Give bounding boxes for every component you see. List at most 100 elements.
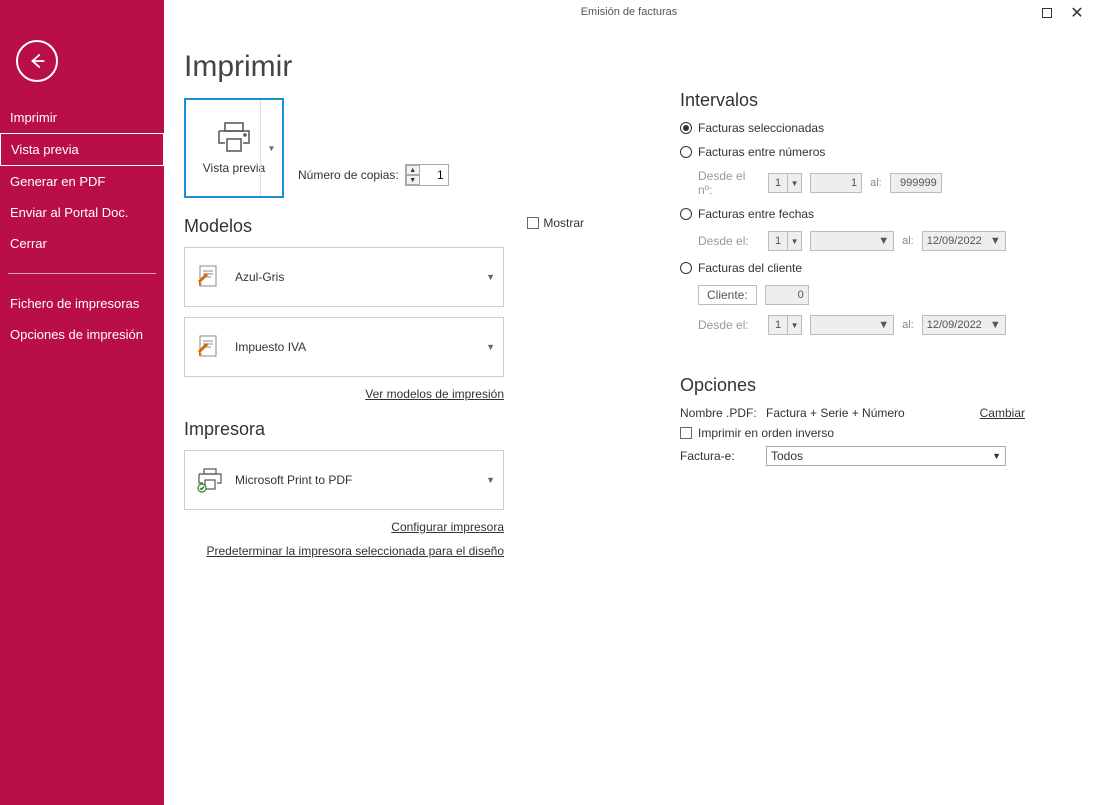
nombre-pdf-value: Factura + Serie + Número xyxy=(766,406,974,420)
chevron-down-icon: ▼ xyxy=(992,451,1001,461)
chevron-down-icon: ▼ xyxy=(486,342,495,352)
nav-fichero-impresoras[interactable]: Fichero de impresoras xyxy=(0,288,164,319)
desde-el-label: Desde el: xyxy=(698,234,760,248)
vista-previa-label: Vista previa xyxy=(203,161,265,175)
modelos-title: Modelos xyxy=(184,216,252,237)
nombre-pdf-label: Nombre .PDF: xyxy=(680,406,760,420)
radio-entre-fechas-label: Facturas entre fechas xyxy=(698,207,814,221)
vista-previa-button[interactable]: Vista previa ▼ xyxy=(184,98,284,198)
nav-cerrar[interactable]: Cerrar xyxy=(0,228,164,259)
copies-input[interactable] xyxy=(420,165,448,185)
num-to-input[interactable] xyxy=(890,173,942,193)
chevron-down-icon: ▼ xyxy=(486,272,495,282)
printer-icon xyxy=(215,121,253,155)
chevron-down-icon: ▼ xyxy=(787,316,801,334)
fecha-serie-select[interactable]: 1▼ xyxy=(768,231,802,251)
template-icon xyxy=(195,262,225,292)
copies-down[interactable]: ▼ xyxy=(406,175,420,185)
cambiar-link[interactable]: Cambiar xyxy=(980,406,1025,420)
radio-icon xyxy=(680,146,692,158)
factura-e-select[interactable]: Todos ▼ xyxy=(766,446,1006,466)
entre-fechas-fields: Desde el: 1▼ ▼ al: 12/09/2022▼ xyxy=(698,231,1025,251)
fecha-to-select[interactable]: 12/09/2022▼ xyxy=(922,231,1006,251)
desde-n-label: Desde el nº: xyxy=(698,169,760,197)
cliente-fecha-fields: Desde el: 1▼ ▼ al: 12/09/2022▼ xyxy=(698,315,1025,335)
opciones-section: Opciones Nombre .PDF: Factura + Serie + … xyxy=(680,375,1025,466)
vista-previa-dropdown[interactable]: ▼ xyxy=(260,100,282,196)
radio-del-cliente[interactable]: Facturas del cliente xyxy=(680,261,1025,275)
close-icon: ✕ xyxy=(1070,3,1083,23)
radio-seleccionadas[interactable]: Facturas seleccionadas xyxy=(680,121,1025,135)
nav-vista-previa[interactable]: Vista previa xyxy=(0,133,164,166)
mostrar-checkbox-wrap[interactable]: Mostrar xyxy=(527,216,584,230)
copies-wrap: Número de copias: ▲ ▼ xyxy=(298,164,449,186)
al-label: al: xyxy=(870,177,882,189)
num-serie-select[interactable]: 1▼ xyxy=(768,173,802,193)
modelo-2-label: Impuesto IVA xyxy=(235,340,306,354)
back-button[interactable] xyxy=(16,40,58,82)
close-button[interactable]: ✕ xyxy=(1068,4,1086,22)
radio-entre-fechas[interactable]: Facturas entre fechas xyxy=(680,207,1025,221)
template-icon xyxy=(195,332,225,362)
radio-icon xyxy=(680,262,692,274)
cliente-fecha-from[interactable]: ▼ xyxy=(810,315,894,335)
nav-secondary: Fichero de impresoras Opciones de impres… xyxy=(0,288,164,350)
radio-entre-numeros[interactable]: Facturas entre números xyxy=(680,145,1025,159)
maximize-icon xyxy=(1042,8,1052,18)
ver-modelos-link[interactable]: Ver modelos de impresión xyxy=(365,387,504,401)
factura-e-row: Factura-e: Todos ▼ xyxy=(680,446,1025,466)
factura-e-value: Todos xyxy=(771,449,803,463)
nav-separator xyxy=(8,273,156,274)
maximize-button[interactable] xyxy=(1038,4,1056,22)
inverso-row[interactable]: Imprimir en orden inverso xyxy=(680,426,1025,440)
nombre-pdf-row: Nombre .PDF: Factura + Serie + Número Ca… xyxy=(680,406,1025,420)
sidebar: Imprimir Vista previa Generar en PDF Env… xyxy=(0,0,164,805)
right-column: Intervalos Facturas seleccionadas Factur… xyxy=(680,90,1025,472)
mostrar-checkbox[interactable] xyxy=(527,217,539,229)
entre-numeros-fields: Desde el nº: 1▼ al: xyxy=(698,169,1025,197)
copies-spinbox[interactable]: ▲ ▼ xyxy=(405,164,449,186)
al-label-3: al: xyxy=(902,319,914,331)
inverso-checkbox[interactable] xyxy=(680,427,692,439)
radio-icon xyxy=(680,122,692,134)
window-title: Emisión de facturas xyxy=(164,6,1094,18)
nav-enviar-portal[interactable]: Enviar al Portal Doc. xyxy=(0,197,164,228)
cliente-fields: Cliente: xyxy=(698,285,1025,305)
cliente-input[interactable] xyxy=(765,285,809,305)
cliente-fecha-to[interactable]: 12/09/2022▼ xyxy=(922,315,1006,335)
impresora-select[interactable]: Microsoft Print to PDF ▼ xyxy=(184,450,504,510)
chevron-down-icon: ▼ xyxy=(986,319,1005,331)
opciones-title: Opciones xyxy=(680,375,1025,396)
chevron-down-icon: ▼ xyxy=(874,235,893,247)
printer-ready-icon xyxy=(195,465,225,495)
nav-primary: Imprimir Vista previa Generar en PDF Env… xyxy=(0,102,164,259)
modelo-select-2[interactable]: Impuesto IVA ▼ xyxy=(184,317,504,377)
page-title: Imprimir xyxy=(184,50,1064,84)
copies-up[interactable]: ▲ xyxy=(406,165,420,175)
intervalos-title: Intervalos xyxy=(680,90,1025,111)
fecha-from-select[interactable]: ▼ xyxy=(810,231,894,251)
arrow-left-icon xyxy=(26,50,48,72)
configurar-impresora-link[interactable]: Configurar impresora xyxy=(391,520,504,534)
nav-generar-pdf[interactable]: Generar en PDF xyxy=(0,166,164,197)
predeterminar-impresora-link[interactable]: Predeterminar la impresora seleccionada … xyxy=(207,544,505,558)
modelos-header: Modelos Mostrar xyxy=(184,198,584,247)
nav-opciones-impresion[interactable]: Opciones de impresión xyxy=(0,319,164,350)
chevron-down-icon: ▼ xyxy=(986,235,1005,247)
impresora-label: Microsoft Print to PDF xyxy=(235,473,352,487)
nav-imprimir[interactable]: Imprimir xyxy=(0,102,164,133)
copies-label: Número de copias: xyxy=(298,168,399,182)
radio-entre-numeros-label: Facturas entre números xyxy=(698,145,825,159)
window-controls: ✕ xyxy=(1038,4,1086,22)
chevron-down-icon: ▼ xyxy=(268,144,276,153)
num-from-input[interactable] xyxy=(810,173,862,193)
chevron-down-icon: ▼ xyxy=(787,174,801,192)
desde-el-label-2: Desde el: xyxy=(698,318,760,332)
factura-e-label: Factura-e: xyxy=(680,449,760,463)
chevron-down-icon: ▼ xyxy=(874,319,893,331)
modelo-1-label: Azul-Gris xyxy=(235,270,284,284)
cliente-serie-select[interactable]: 1▼ xyxy=(768,315,802,335)
modelo-select-1[interactable]: Azul-Gris ▼ xyxy=(184,247,504,307)
inverso-label: Imprimir en orden inverso xyxy=(698,426,834,440)
mostrar-label: Mostrar xyxy=(543,216,584,230)
